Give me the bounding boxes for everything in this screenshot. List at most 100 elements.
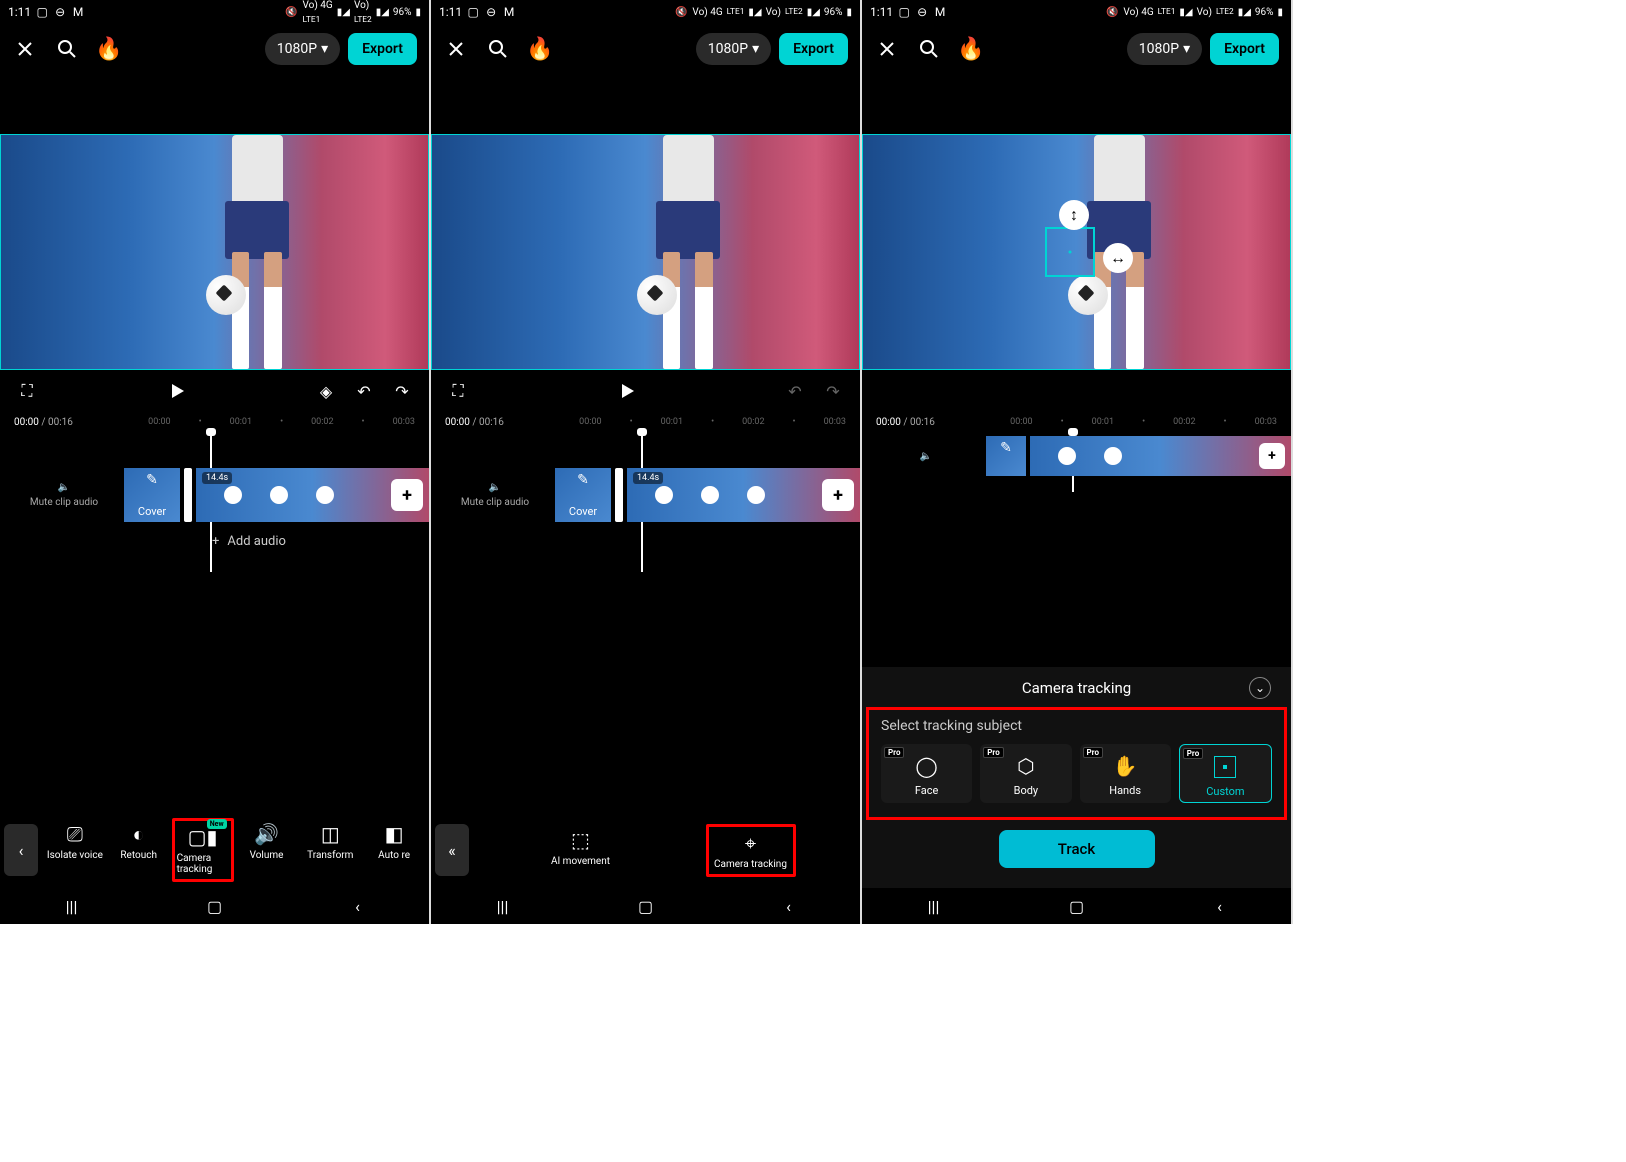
mute-icon: 🔇: [285, 5, 299, 19]
gmail-icon: M: [502, 5, 516, 19]
home-button[interactable]: ▢: [203, 894, 227, 918]
app-bar: 🔥 1080P▾ Export: [862, 24, 1291, 74]
tool-camera-tracking[interactable]: ⌖Camera tracking: [706, 824, 796, 877]
back-button[interactable]: ‹: [346, 894, 370, 918]
mute-icon: 🔇: [674, 5, 688, 19]
resize-handle-horizontal[interactable]: ↔: [1103, 243, 1133, 273]
add-clip-button[interactable]: +: [822, 479, 854, 511]
mute-clip-audio[interactable]: 🔈 Mute clip audio: [439, 482, 551, 508]
toolbar-back[interactable]: «: [435, 824, 469, 876]
export-button[interactable]: Export: [1210, 33, 1279, 65]
subject-custom[interactable]: ProCustom: [1179, 744, 1272, 803]
export-button[interactable]: Export: [348, 33, 417, 65]
auto-icon: ◧: [385, 822, 404, 846]
subject-hands[interactable]: Pro✋Hands: [1080, 744, 1171, 803]
network-2: Vo)LTE2: [354, 0, 372, 25]
back-button[interactable]: ‹: [1208, 894, 1232, 918]
tool-transform[interactable]: ◫Transform: [299, 818, 361, 882]
cover-thumb[interactable]: Cover: [555, 468, 611, 522]
search-icon[interactable]: [485, 36, 511, 62]
resolution-dropdown[interactable]: 1080P▾: [1127, 33, 1202, 65]
flame-icon[interactable]: 🔥: [96, 36, 122, 62]
export-button[interactable]: Export: [779, 33, 848, 65]
recents-button[interactable]: |||: [60, 894, 84, 918]
hand-icon: ✋: [1113, 750, 1138, 782]
status-time: 1:11: [8, 5, 31, 19]
fullscreen-icon[interactable]: ⛶: [14, 378, 40, 404]
gmail-icon: M: [933, 5, 947, 19]
image-icon: ▢: [466, 5, 480, 19]
close-icon[interactable]: [12, 36, 38, 62]
clip-handle[interactable]: [184, 468, 192, 522]
tracking-selection-box[interactable]: [1045, 227, 1095, 277]
tool-ai-movement[interactable]: ⬚AI movement: [536, 824, 626, 877]
volume-icon: 🔊: [254, 822, 279, 846]
crop-icon: ◫: [321, 822, 340, 846]
add-clip-button[interactable]: +: [391, 479, 423, 511]
recents-button[interactable]: |||: [922, 894, 946, 918]
search-icon[interactable]: [54, 36, 80, 62]
subject-face[interactable]: Pro◯Face: [881, 744, 972, 803]
status-bar: 1:11 ▢ ⊖ M 🔇 Vo) 4GLTE1 ▮◢ Vo)LTE2 ▮◢ 96…: [431, 0, 860, 24]
flame-icon[interactable]: 🔥: [958, 36, 984, 62]
face-icon: ◯: [915, 750, 937, 782]
timeline[interactable]: 🔈 Mute clip audio Cover 14.4s +: [431, 432, 860, 572]
timeline[interactable]: 🔈 Mute clip audio Cover 14.4s + +Add aud…: [0, 432, 429, 572]
recents-button[interactable]: |||: [491, 894, 515, 918]
redo-icon[interactable]: ↷: [389, 378, 415, 404]
bottom-toolbar: « ⬚AI movement ⌖Camera tracking: [431, 812, 860, 888]
video-clip[interactable]: 14.4s +: [627, 468, 860, 522]
cover-thumb[interactable]: Cover: [124, 468, 180, 522]
resize-handle-vertical[interactable]: ↕: [1059, 200, 1089, 230]
mute-clip-audio[interactable]: 🔈 Mute clip audio: [8, 482, 120, 508]
flame-icon[interactable]: 🔥: [527, 36, 553, 62]
video-clip[interactable]: 14.4s +: [196, 468, 429, 522]
cover-thumb[interactable]: [986, 436, 1026, 476]
clip-handle[interactable]: [615, 468, 623, 522]
undo-icon[interactable]: ↶: [782, 378, 808, 404]
panel-title: Camera tracking: [1022, 679, 1131, 697]
back-button[interactable]: ‹: [777, 894, 801, 918]
image-icon: ▢: [897, 5, 911, 19]
fullscreen-icon[interactable]: ⛶: [445, 378, 471, 404]
tool-isolate-voice[interactable]: ⎚Isolate voice: [44, 818, 106, 882]
collapse-icon[interactable]: ⌄: [1249, 677, 1271, 699]
mute-clip-audio[interactable]: 🔈: [870, 451, 982, 462]
toolbar-back[interactable]: ‹: [4, 824, 38, 876]
keyframe-icon[interactable]: ◈: [313, 378, 339, 404]
home-button[interactable]: ▢: [634, 894, 658, 918]
bottom-toolbar: ‹ ⎚Isolate voice ◐Retouch New▢▮Camera tr…: [0, 812, 429, 888]
video-clip[interactable]: +: [1030, 436, 1291, 476]
video-preview[interactable]: [431, 134, 860, 370]
phone-screen-3: 1:11 ▢ ⊖ M 🔇 Vo) 4GLTE1 ▮◢ Vo)LTE2 ▮◢ 96…: [862, 0, 1293, 924]
network-1: Vo) 4GLTE1: [303, 0, 333, 25]
home-button[interactable]: ▢: [1065, 894, 1089, 918]
play-icon[interactable]: [614, 378, 640, 404]
tool-auto-reframe[interactable]: ◧Auto re: [363, 818, 425, 882]
tool-volume[interactable]: 🔊Volume: [236, 818, 298, 882]
app-bar: 🔥 1080P▾ Export: [431, 24, 860, 74]
custom-box-icon: [1214, 751, 1236, 783]
add-audio-button[interactable]: +Add audio: [212, 522, 429, 561]
close-icon[interactable]: [443, 36, 469, 62]
close-icon[interactable]: [874, 36, 900, 62]
undo-icon[interactable]: ↶: [351, 378, 377, 404]
track-button[interactable]: Track: [999, 830, 1155, 868]
tool-camera-tracking[interactable]: New▢▮Camera tracking: [172, 818, 234, 882]
play-icon[interactable]: [164, 378, 190, 404]
search-icon[interactable]: [916, 36, 942, 62]
redo-icon[interactable]: ↷: [820, 378, 846, 404]
phone-screen-2: 1:11 ▢ ⊖ M 🔇 Vo) 4GLTE1 ▮◢ Vo)LTE2 ▮◢ 96…: [431, 0, 862, 924]
android-nav-bar: ||| ▢ ‹: [862, 888, 1291, 924]
tool-retouch[interactable]: ◐Retouch: [108, 818, 170, 882]
add-clip-button[interactable]: +: [1259, 443, 1285, 469]
video-preview[interactable]: ↕ ↔: [862, 134, 1291, 370]
android-nav-bar: ||| ▢ ‹: [431, 888, 860, 924]
subject-body[interactable]: Pro⬡Body: [980, 744, 1071, 803]
timeline[interactable]: 🔈 +: [862, 432, 1291, 492]
camera-tracking-panel: Camera tracking ⌄ Select tracking subjec…: [862, 667, 1291, 888]
resolution-dropdown[interactable]: 1080P▾: [696, 33, 771, 65]
speaker-icon: 🔈: [58, 482, 70, 493]
video-preview[interactable]: [0, 134, 429, 370]
resolution-dropdown[interactable]: 1080P▾: [265, 33, 340, 65]
